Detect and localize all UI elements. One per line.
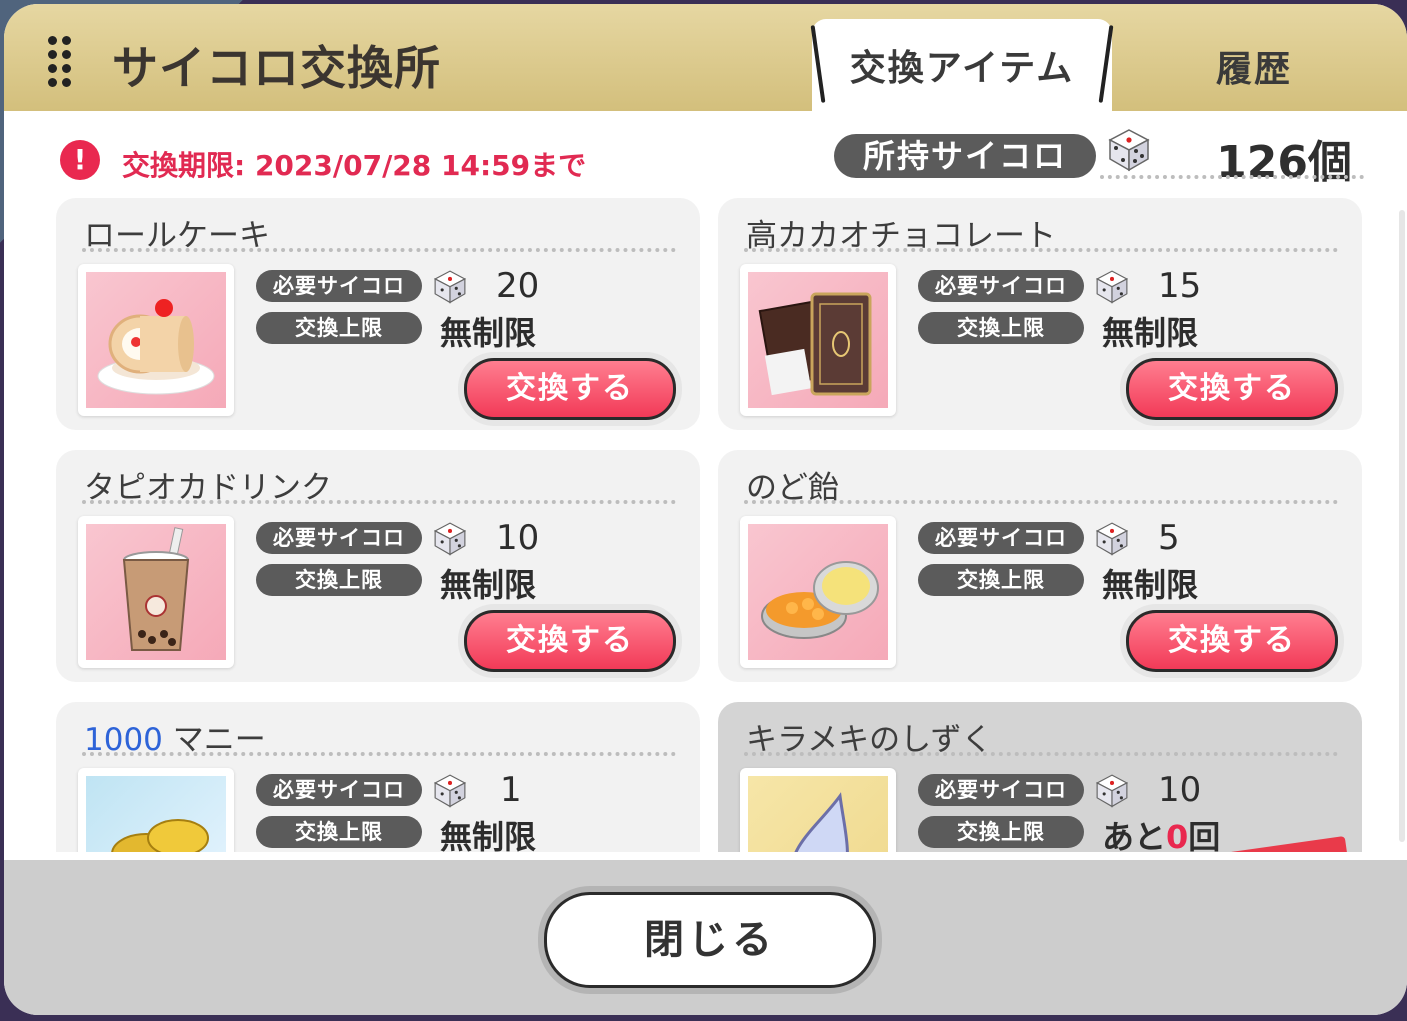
required-dice-label: 必要サイコロ bbox=[918, 270, 1084, 302]
sold-out-stamp bbox=[1227, 835, 1351, 852]
chocolate-icon bbox=[758, 292, 872, 396]
item-list[interactable]: ロールケーキ 必要サイコロ 20 交換上限 無制限 交換する 高カカオチョコレー… bbox=[4, 194, 1407, 852]
item-thumbnail bbox=[740, 768, 896, 852]
roll-cake-icon bbox=[97, 299, 215, 395]
item-thumbnail bbox=[740, 516, 896, 668]
required-dice-label: 必要サイコロ bbox=[256, 774, 422, 806]
required-dice-value: 10 bbox=[1158, 770, 1202, 810]
dialog-header: サイコロ交換所 交換アイテム 履歴 bbox=[4, 4, 1407, 119]
tapioca-drink-icon bbox=[122, 527, 190, 651]
remaining-count: 0 bbox=[1166, 818, 1189, 852]
exchange-limit-label: 交換上限 bbox=[918, 564, 1084, 596]
item-thumbnail bbox=[740, 264, 896, 416]
exchange-limit-value: 無制限 bbox=[440, 314, 537, 352]
dice-icon bbox=[433, 522, 467, 556]
divider bbox=[744, 500, 1338, 504]
item-thumbnail bbox=[78, 516, 234, 668]
exchange-limit-value: 無制限 bbox=[1102, 566, 1199, 604]
item-card-tapioca: タピオカドリンク 必要サイコロ 10 交換上限 無制限 交換する bbox=[56, 450, 700, 682]
deadline-text: 交換期限: 2023/07/28 14:59まで bbox=[122, 149, 587, 182]
exchange-button[interactable]: 交換する bbox=[464, 358, 676, 420]
limit-prefix: あと bbox=[1102, 818, 1167, 852]
drop-icon bbox=[794, 792, 849, 852]
exchange-limit-label: 交換上限 bbox=[256, 564, 422, 596]
divider bbox=[82, 500, 676, 504]
exchange-dialog: サイコロ交換所 交換アイテム 履歴 ! 交換期限: 2023/07/28 14:… bbox=[4, 4, 1407, 1015]
required-dice-value: 5 bbox=[1158, 518, 1180, 558]
exchange-limit-value: 無制限 bbox=[1102, 314, 1199, 352]
tab-label: 交換アイテム bbox=[849, 48, 1075, 89]
owned-dice-panel: 所持サイコロ 126個 bbox=[834, 129, 1368, 188]
dice-icon bbox=[1095, 774, 1129, 808]
exchange-limit-label: 交換上限 bbox=[918, 816, 1084, 848]
required-dice-value: 1 bbox=[500, 770, 522, 810]
throat-candy-icon bbox=[761, 561, 879, 639]
limit-suffix: 回 bbox=[1188, 818, 1221, 852]
exchange-limit-label: 交換上限 bbox=[256, 312, 422, 344]
required-dice-value: 20 bbox=[496, 266, 540, 306]
coins-icon bbox=[111, 819, 209, 852]
divider bbox=[82, 752, 676, 756]
required-dice-value: 10 bbox=[496, 518, 540, 558]
close-button[interactable]: 閉じる bbox=[544, 892, 876, 988]
divider bbox=[1100, 175, 1364, 179]
required-dice-label: 必要サイコロ bbox=[918, 774, 1084, 806]
owned-dice-count: 126個 bbox=[1216, 137, 1352, 188]
dice-icon bbox=[1108, 129, 1150, 172]
required-dice-value: 15 bbox=[1158, 266, 1202, 306]
owned-dice-label: 所持サイコロ bbox=[834, 134, 1096, 178]
exchange-limit-value: 無制限 bbox=[440, 566, 537, 604]
dialog-title: サイコロ交換所 bbox=[112, 41, 441, 95]
item-thumbnail bbox=[78, 264, 234, 416]
exchange-limit-value: 無制限 bbox=[440, 818, 537, 852]
required-dice-label: 必要サイコロ bbox=[256, 270, 422, 302]
divider bbox=[744, 248, 1338, 252]
item-card-sparkle-drop: キラメキのしずく 必要サイコロ 10 交換上限 あと0回 bbox=[718, 702, 1362, 852]
item-thumbnail bbox=[78, 768, 234, 852]
dice-icon bbox=[1095, 522, 1129, 556]
item-card-roll-cake: ロールケーキ 必要サイコロ 20 交換上限 無制限 交換する bbox=[56, 198, 700, 430]
required-dice-label: 必要サイコロ bbox=[918, 522, 1084, 554]
dice-icon bbox=[433, 774, 467, 808]
exchange-limit-value: あと0回 bbox=[1102, 812, 1220, 852]
divider bbox=[82, 248, 676, 252]
drag-handle-icon[interactable] bbox=[48, 36, 72, 88]
dice-icon bbox=[433, 270, 467, 304]
alert-icon: ! bbox=[60, 140, 100, 180]
exchange-limit-label: 交換上限 bbox=[256, 816, 422, 848]
dice-icon bbox=[1095, 270, 1129, 304]
exchange-button[interactable]: 交換する bbox=[1126, 358, 1338, 420]
item-card-money: 1000 マニー 必要サイコロ 1 交換上限 無制限 bbox=[56, 702, 700, 852]
exchange-button[interactable]: 交換する bbox=[1126, 610, 1338, 672]
required-dice-label: 必要サイコロ bbox=[256, 522, 422, 554]
scrollbar[interactable] bbox=[1399, 210, 1405, 842]
item-card-throat-candy: のど飴 必要サイコロ 5 交換上限 無制限 交換する bbox=[718, 450, 1362, 682]
exchange-limit-label: 交換上限 bbox=[918, 312, 1084, 344]
dialog-footer: 閉じる bbox=[4, 860, 1407, 1015]
exchange-button[interactable]: 交換する bbox=[464, 610, 676, 672]
tab-history[interactable]: 履歴 bbox=[1174, 40, 1334, 92]
tab-exchange-items[interactable]: 交換アイテム bbox=[810, 19, 1114, 119]
divider bbox=[744, 752, 1338, 756]
item-card-chocolate: 高カカオチョコレート 必要サイコロ 15 交換上限 無制限 交換する bbox=[718, 198, 1362, 430]
